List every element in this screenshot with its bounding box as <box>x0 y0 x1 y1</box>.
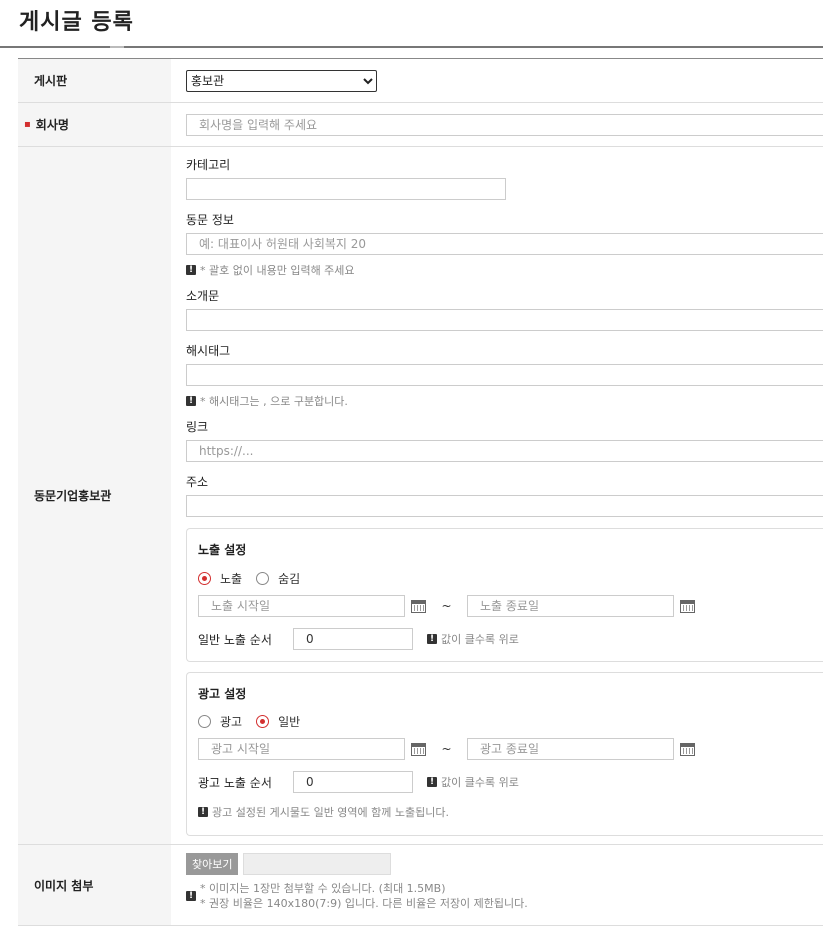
ad-order-input[interactable] <box>293 771 413 793</box>
promo-row: 동문기업홍보관 카테고리 동문 정보 ! * 괄호 없이 내용만 입력해 주세요… <box>18 147 823 845</box>
calendar-icon[interactable] <box>411 599 426 613</box>
alumni-note: ! * 괄호 없이 내용만 입력해 주세요 <box>186 262 355 278</box>
ad-date-row: ~ <box>198 738 695 760</box>
company-name-input[interactable] <box>186 113 823 136</box>
calendar-icon[interactable] <box>680 742 695 756</box>
board-row: 게시판 홍보관 <box>18 59 823 103</box>
company-row: ▪ 회사명 <box>18 103 823 147</box>
image-row: 이미지 첨부 찾아보기 ! * 이미지는 1장만 첨부할 수 있습니다. (최대… <box>18 845 823 926</box>
image-note-line2: * 권장 비율은 140x180(7:9) 입니다. 다른 비율은 저장이 제한… <box>200 897 528 910</box>
company-label: 회사명 <box>35 118 69 132</box>
company-label-cell: ▪ 회사명 <box>18 103 171 146</box>
ad-start-date-input[interactable] <box>198 738 405 760</box>
title-divider-accent <box>110 46 124 48</box>
ad-order-label: 광고 노출 순서 <box>198 775 272 790</box>
alumni-note-text: * 괄호 없이 내용만 입력해 주세요 <box>200 264 355 277</box>
hashtag-input[interactable] <box>186 364 823 386</box>
link-label: 링크 <box>186 420 209 434</box>
page-title: 게시글 등록 <box>19 10 134 35</box>
exposure-order-row: 일반 노출 순서 ! 값이 클수록 위로 <box>198 628 519 650</box>
address-input[interactable] <box>186 495 823 517</box>
notice-icon: ! <box>186 891 196 901</box>
alumni-info-input[interactable] <box>186 233 823 255</box>
ad-notice-text: 광고 설정된 게시물도 일반 영역에 함께 노출됩니다. <box>212 806 449 819</box>
file-upload: 찾아보기 <box>186 853 392 875</box>
normal-radio-label: 일반 <box>278 715 301 729</box>
ad-radio-group: 광고 일반 <box>198 713 300 730</box>
notice-icon: ! <box>186 396 196 406</box>
exposure-order-label: 일반 노출 순서 <box>198 632 272 647</box>
link-input[interactable] <box>186 440 823 462</box>
exposure-end-date-input[interactable] <box>467 595 674 617</box>
alumni-info-label: 동문 정보 <box>186 213 234 227</box>
ad-title: 광고 설정 <box>198 687 247 701</box>
ad-settings-box: 광고 설정 광고 일반 ~ 광고 노출 순서 <box>186 672 823 836</box>
calendar-icon[interactable] <box>680 599 695 613</box>
promo-label: 동문기업홍보관 <box>18 147 171 844</box>
ad-order-note: ! 값이 클수록 위로 <box>427 774 519 790</box>
browse-button[interactable]: 찾아보기 <box>186 853 239 875</box>
exposure-settings-box: 노출 설정 노출 숨김 ~ 일반 노출 순서 <box>186 528 823 662</box>
intro-input[interactable] <box>186 309 823 331</box>
ad-end-date-input[interactable] <box>467 738 674 760</box>
date-range-tilde: ~ <box>441 599 452 613</box>
exposure-order-note-text: 값이 클수록 위로 <box>441 633 519 646</box>
image-note-line1: * 이미지는 1장만 첨부할 수 있습니다. (최대 1.5MB) <box>200 882 446 895</box>
image-label: 이미지 첨부 <box>18 845 171 925</box>
calendar-icon[interactable] <box>411 742 426 756</box>
exposure-order-note: ! 값이 클수록 위로 <box>427 631 519 647</box>
category-label: 카테고리 <box>186 158 231 172</box>
notice-icon: ! <box>198 807 208 817</box>
exposure-title: 노출 설정 <box>198 543 247 557</box>
hashtag-label: 해시태그 <box>186 344 231 358</box>
board-select[interactable]: 홍보관 <box>186 69 377 92</box>
notice-icon: ! <box>186 265 196 275</box>
exposure-radio-group: 노출 숨김 <box>198 570 300 587</box>
ad-notice: ! 광고 설정된 게시물도 일반 영역에 함께 노출됩니다. <box>198 804 449 820</box>
exposure-date-row: ~ <box>198 595 695 617</box>
file-name-field <box>243 853 392 875</box>
exposure-hide-label: 숨김 <box>278 572 301 586</box>
notice-icon: ! <box>427 777 437 787</box>
normal-radio[interactable] <box>256 715 270 728</box>
category-input[interactable] <box>186 178 506 200</box>
exposure-start-date-input[interactable] <box>198 595 405 617</box>
exposure-show-label: 노출 <box>220 572 243 586</box>
ad-order-row: 광고 노출 순서 ! 값이 클수록 위로 <box>198 771 519 793</box>
exposure-order-input[interactable] <box>293 628 413 650</box>
board-label: 게시판 <box>18 59 171 102</box>
required-mark: ▪ <box>24 119 31 130</box>
address-label: 주소 <box>186 475 209 489</box>
intro-label: 소개문 <box>186 289 220 303</box>
notice-icon: ! <box>427 634 437 644</box>
hashtag-note: ! * 해시태그는 , 으로 구분합니다. <box>186 393 348 409</box>
ad-radio-label: 광고 <box>220 715 243 729</box>
exposure-show-radio[interactable] <box>198 572 211 585</box>
image-notes: ! * 이미지는 1장만 첨부할 수 있습니다. (최대 1.5MB) * 권장… <box>186 881 528 911</box>
hashtag-note-text: * 해시태그는 , 으로 구분합니다. <box>200 395 348 408</box>
post-form: 게시판 홍보관 ▪ 회사명 동문기업홍보관 카테고리 동문 정보 ! * 괄호 … <box>18 58 823 926</box>
exposure-hide-radio[interactable] <box>256 572 270 585</box>
ad-order-note-text: 값이 클수록 위로 <box>441 776 519 789</box>
date-range-tilde: ~ <box>441 742 452 756</box>
ad-radio[interactable] <box>198 715 211 728</box>
